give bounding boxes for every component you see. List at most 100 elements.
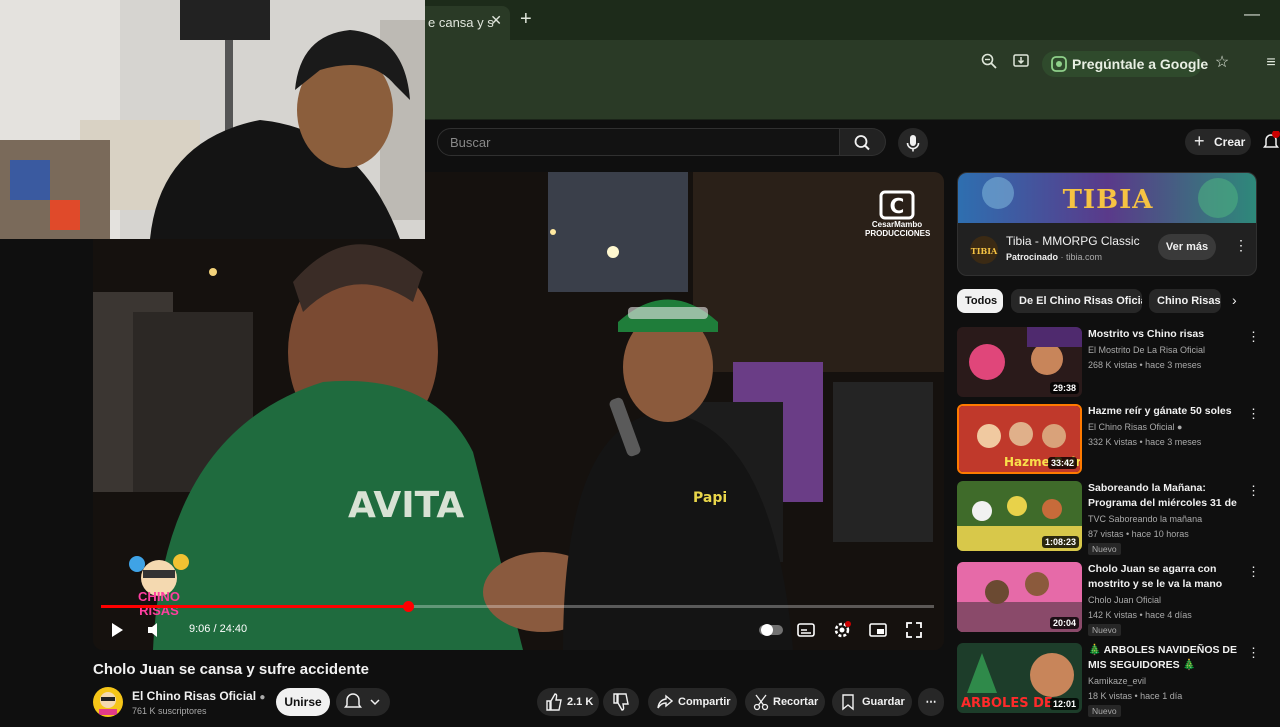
recommendation-thumbnail: 1:08:23 — [957, 481, 1082, 551]
channel-name[interactable]: El Chino Risas Oficial ● — [132, 689, 265, 703]
recommendation-meta: 142 K vistas • hace 4 días — [1088, 610, 1192, 620]
channel-overlay-logo: CHINO RISAS — [123, 550, 195, 622]
search-input[interactable]: Buscar — [437, 128, 840, 156]
chevron-right-icon[interactable]: › — [1232, 292, 1237, 308]
tab-close-icon[interactable]: ✕ — [490, 12, 502, 29]
ask-google-button[interactable]: Pregúntale a Google — [1042, 51, 1208, 77]
channel-avatar[interactable] — [93, 687, 123, 717]
share-button[interactable]: Compartir — [648, 688, 737, 716]
recommendation-meta: 18 K vistas • hace 1 día — [1088, 691, 1183, 701]
settings-gear-icon[interactable] — [832, 621, 852, 639]
ad-cta-button[interactable]: Ver más — [1158, 234, 1216, 260]
ad-more-options-icon[interactable]: ⋮ — [1234, 237, 1248, 254]
recommendation-title: Cholo Juan se agarra con mostrito y se l… — [1088, 563, 1223, 590]
recommendation-title: Saboreando la Mañana: Programa del miérc… — [1088, 482, 1237, 509]
video-title: Cholo Juan se cansa y sufre accidente — [93, 661, 369, 678]
more-options-icon[interactable]: ⋮ — [1247, 645, 1260, 661]
ad-advertiser-icon: TIBIA — [970, 236, 998, 264]
svg-text:AVITA: AVITA — [348, 485, 464, 526]
recommendation-meta: 87 vistas • hace 10 horas — [1088, 529, 1189, 539]
new-tab-icon[interactable]: + — [520, 8, 532, 31]
install-app-icon[interactable] — [1010, 52, 1032, 74]
search-placeholder: Buscar — [450, 135, 491, 150]
new-badge: Nuevo — [1088, 543, 1121, 555]
sponsored-ad-card[interactable]: TIBIA TIBIA Tibia - MMORPG Classic Patro… — [957, 172, 1257, 276]
microphone-icon — [906, 135, 920, 152]
plus-icon: + — [1194, 131, 1205, 151]
reading-list-icon[interactable]: ≡ — [1260, 52, 1280, 74]
fullscreen-icon[interactable] — [904, 621, 924, 639]
svg-text:ARBOLES DE: ARBOLES DE — [961, 696, 1053, 711]
voice-search-button[interactable] — [898, 128, 928, 158]
miniplayer-icon[interactable] — [868, 621, 888, 639]
recommendation-thumbnail: ARBOLES DE 12:01 — [957, 643, 1082, 713]
tab-title: e cansa y s — [428, 15, 494, 30]
progress-scrubber[interactable] — [403, 601, 414, 612]
watermark-logo: C CesarMambo PRODUCCIONES — [865, 190, 931, 238]
recommendation-item[interactable]: 29:38 Mostrito vs Chino risas El Mostrit… — [957, 327, 1273, 399]
svg-text:C: C — [890, 194, 905, 218]
bookmark-star-icon[interactable]: ☆ — [1211, 52, 1233, 74]
minimize-window-icon[interactable]: — — [1244, 6, 1260, 24]
webcam-overlay — [0, 0, 425, 239]
ad-banner-text: TIBIA — [1062, 185, 1154, 215]
volume-icon[interactable] — [145, 621, 165, 639]
recommendation-title: Mostrito vs Chino risas — [1088, 328, 1205, 340]
svg-text:TIBIA: TIBIA — [971, 246, 998, 256]
webcam-feed-image — [0, 0, 425, 239]
more-options-icon[interactable]: ⋮ — [1247, 406, 1260, 422]
recommendation-channel-text: El Chino Risas Oficial — [1088, 422, 1175, 432]
subscribe-notifications-button[interactable] — [336, 688, 390, 716]
video-duration: 33:42 — [1047, 457, 1077, 469]
recommendation-item[interactable]: Hazme Reir 33:42 Hazme reír y gánate 50 … — [957, 404, 1273, 476]
play-icon[interactable] — [107, 621, 127, 639]
bookmark-icon — [841, 688, 855, 727]
ask-google-label: Pregúntale a Google — [1072, 56, 1209, 72]
video-player[interactable]: AVITA Papi C CesarMambo PRODUCCIONES CHI… — [93, 172, 944, 650]
ad-domain: tibia.com — [1066, 252, 1103, 262]
recommendation-title: 🎄 ARBOLES NAVIDEÑOS DE MIS SEGUIDORES 🎄 — [1088, 644, 1238, 671]
more-options-icon[interactable]: ⋮ — [1247, 564, 1260, 580]
ad-title: Tibia - MMORPG Classic — [1006, 234, 1140, 248]
recommendation-channel: TVC Saboreando la mañana — [1088, 514, 1203, 524]
chip-from-channel[interactable]: De El Chino Risas Oficial — [1011, 289, 1142, 313]
browser-tab[interactable]: e cansa y s ✕ — [410, 6, 510, 40]
ad-sponsored-label: Patrocinado — [1006, 252, 1059, 262]
create-button[interactable]: + Crear — [1185, 129, 1251, 155]
video-duration: 20:04 — [1049, 617, 1079, 629]
subtitles-icon[interactable] — [796, 621, 816, 639]
autoplay-toggle[interactable] — [758, 621, 784, 639]
chip-all[interactable]: Todos — [957, 289, 1003, 313]
recommendation-meta: 332 K vistas • hace 3 meses — [1088, 437, 1202, 447]
recommendation-channel: El Chino Risas Oficial ● — [1088, 422, 1182, 432]
overlay-logo-text: CHINO RISAS — [138, 589, 180, 618]
share-icon — [657, 688, 674, 727]
more-options-icon[interactable]: ⋮ — [1247, 329, 1260, 345]
watermark-text: CesarMambo PRODUCCIONES — [865, 220, 931, 238]
recommendation-item[interactable]: 1:08:23 Saboreando la Mañana: Programa d… — [957, 481, 1273, 555]
recommendation-item[interactable]: ARBOLES DE 12:01 🎄 ARBOLES NAVIDEÑOS DE … — [957, 643, 1273, 717]
recommendation-item[interactable]: 20:04 Cholo Juan se agarra con mostrito … — [957, 562, 1273, 636]
verified-icon: ● — [259, 692, 266, 703]
clip-button[interactable]: Recortar — [745, 688, 825, 716]
save-button[interactable]: Guardar — [832, 688, 912, 716]
thumbs-up-icon — [545, 688, 563, 727]
progress-played — [101, 605, 408, 608]
more-actions-icon[interactable]: ⋯ — [918, 688, 944, 716]
like-count: 2.1 K — [567, 696, 594, 708]
search-button[interactable] — [840, 128, 886, 156]
chip-chino-risas[interactable]: Chino Risas — [1149, 289, 1221, 313]
notifications-bell-icon[interactable] — [1262, 130, 1280, 153]
channel-name-text: El Chino Risas Oficial — [132, 689, 257, 703]
create-label: Crear — [1214, 135, 1246, 149]
lens-icon — [1050, 55, 1068, 73]
more-options-icon[interactable]: ⋮ — [1247, 483, 1260, 499]
thumbs-down-icon — [612, 688, 630, 727]
join-button[interactable]: Unirse — [276, 688, 330, 716]
like-button[interactable]: 2.1 K — [537, 688, 599, 716]
dislike-button[interactable] — [603, 688, 639, 716]
zoom-icon[interactable] — [978, 52, 1000, 74]
video-duration: 12:01 — [1049, 698, 1079, 710]
video-duration: 29:38 — [1049, 382, 1079, 394]
recommendation-channel: Kamikaze_evil — [1088, 676, 1147, 686]
